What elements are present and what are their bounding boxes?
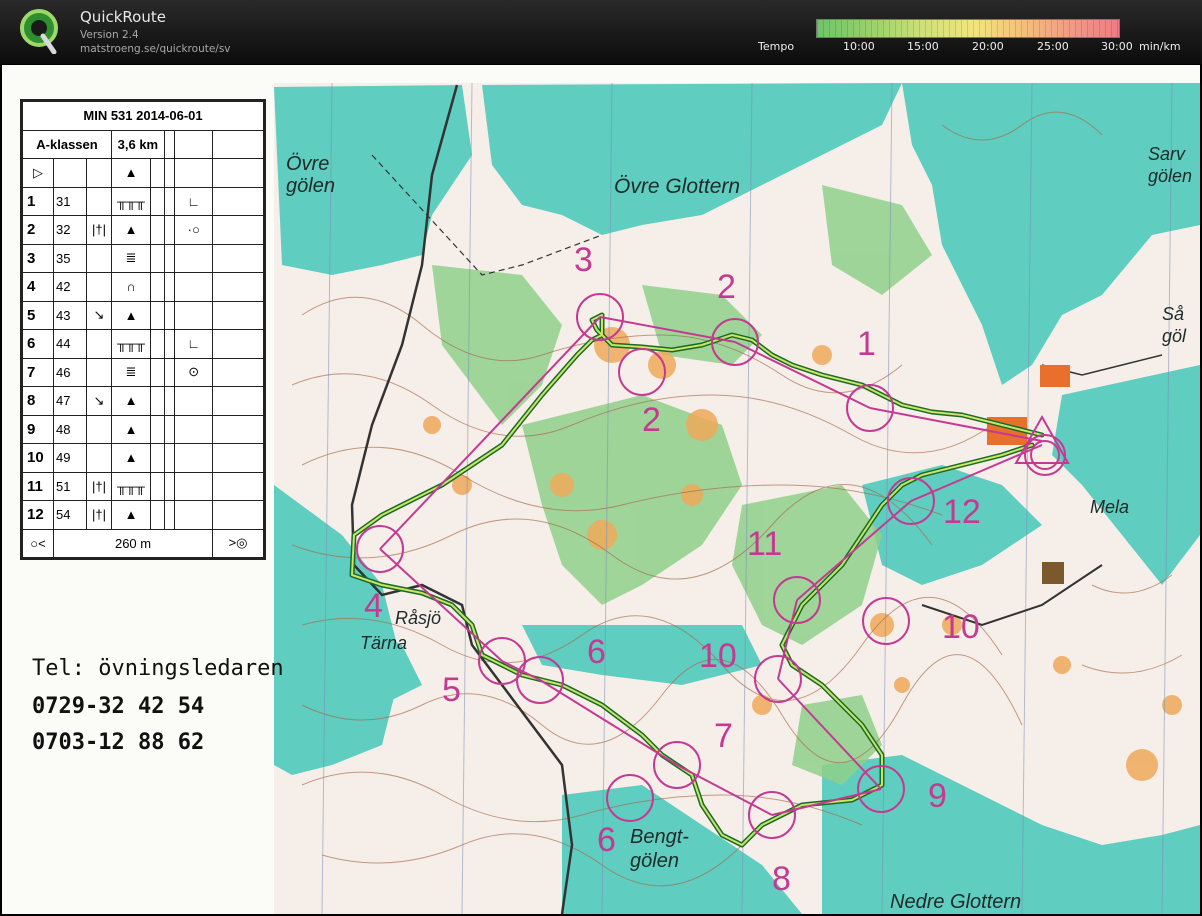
tempo-tick: 20:00 xyxy=(972,40,1004,53)
control-number: 6 xyxy=(587,633,606,671)
finish-start-icon: ○< xyxy=(22,528,54,558)
control-num: 6 xyxy=(22,329,54,359)
app-title: QuickRoute xyxy=(80,8,166,26)
start-triangle-icon: ▷ xyxy=(22,158,54,188)
control-description-sheet: MIN 531 2014-06-01 A-klassen 3,6 km ▷ ▲ … xyxy=(20,99,266,560)
hill-icon: ▲ xyxy=(111,300,151,330)
control-number: 2 xyxy=(717,268,736,306)
control-code: 54 xyxy=(53,500,87,530)
corner-icon: ∟ xyxy=(174,186,214,216)
control-code: 51 xyxy=(53,471,87,501)
arrow-icon: ↘ xyxy=(86,386,112,416)
tempo-tick: 15:00 xyxy=(907,40,939,53)
circle-icon: ⊙ xyxy=(174,357,214,387)
control-code: 32 xyxy=(53,215,87,245)
quickroute-logo-icon xyxy=(20,9,58,54)
corner-icon: ∟ xyxy=(174,329,214,359)
marsh-icon: ≣ xyxy=(111,243,151,273)
control-code: 43 xyxy=(53,300,87,330)
between-icon: |†| xyxy=(86,500,112,530)
control-number: 8 xyxy=(772,860,791,898)
control-num: 7 xyxy=(22,357,54,387)
app-url: matstroeng.se/quickroute/sv xyxy=(80,43,231,55)
map-label: Övre Glottern xyxy=(614,175,741,198)
contact-label: Tel: övningsledaren xyxy=(32,656,284,681)
control-num: 5 xyxy=(22,300,54,330)
control-number: 7 xyxy=(714,717,733,755)
marsh-icon: ≣ xyxy=(111,357,151,387)
control-number: 2 xyxy=(642,401,661,439)
control-number: 10 xyxy=(942,608,980,646)
map-label: Råsjö xyxy=(395,608,442,628)
control-num: 9 xyxy=(22,414,54,444)
wall-icon: ╥╥╥ xyxy=(111,186,151,216)
tempo-tick: 30:00 xyxy=(1101,40,1133,53)
control-number: 6 xyxy=(597,821,616,859)
control-num: 11 xyxy=(22,471,54,501)
hill-icon: ▲ xyxy=(111,414,151,444)
control-num: 2 xyxy=(22,215,54,245)
wall-icon: ╥╥╥ xyxy=(111,471,151,501)
control-code: 44 xyxy=(53,329,87,359)
between-icon: |†| xyxy=(86,471,112,501)
contact-phone: 0703-12 88 62 xyxy=(32,730,205,755)
app-version: Version 2.4 xyxy=(80,29,139,41)
map-label: Bengt- gölen xyxy=(630,826,689,872)
hill-icon: ▲ xyxy=(111,386,151,416)
tempo-tick: 25:00 xyxy=(1037,40,1069,53)
control-num: 8 xyxy=(22,386,54,416)
course-length: 3,6 km xyxy=(111,129,165,159)
control-num: 1 xyxy=(22,186,54,216)
hill-icon: ▲ xyxy=(111,215,151,245)
tempo-unit: min/km xyxy=(1139,40,1181,53)
tempo-tick: 10:00 xyxy=(843,40,875,53)
control-number: 3 xyxy=(574,241,593,279)
tempo-label: Tempo xyxy=(758,40,795,53)
control-code: 46 xyxy=(53,357,87,387)
control-code: 49 xyxy=(53,443,87,473)
control-number: 9 xyxy=(928,777,947,815)
control-number: 1 xyxy=(857,325,876,363)
tempo-scale-bar xyxy=(816,19,1120,38)
control-num: 3 xyxy=(22,243,54,273)
control-num: 4 xyxy=(22,272,54,302)
hill-icon: ▲ xyxy=(111,443,151,473)
hill-icon: ▲ xyxy=(111,500,151,530)
wall-icon: ╥╥╥ xyxy=(111,329,151,359)
control-number: 4 xyxy=(364,587,383,625)
arrow-icon: ↘ xyxy=(86,300,112,330)
control-num: 10 xyxy=(22,443,54,473)
hill-icon: ▲ xyxy=(111,158,151,188)
knoll-icon: ∩ xyxy=(111,272,151,302)
control-number: 10 xyxy=(699,637,737,675)
control-code: 35 xyxy=(53,243,87,273)
between-icon: |†| xyxy=(86,215,112,245)
side-icon: ·○ xyxy=(174,215,214,245)
control-code: 48 xyxy=(53,414,87,444)
app-header: QuickRoute Version 2.4 matstroeng.se/qui… xyxy=(0,0,1202,64)
map-label: Tärna xyxy=(360,633,408,653)
control-number: 12 xyxy=(943,493,981,531)
control-number: 5 xyxy=(442,671,461,709)
map-label: Nedre Glottern xyxy=(890,891,1022,913)
map-label: Sarv gölen xyxy=(1148,144,1193,186)
control-code: 47 xyxy=(53,386,87,416)
control-number: 11 xyxy=(747,525,783,563)
map-label: Mela xyxy=(1090,497,1130,517)
finish-distance: 260 m xyxy=(52,528,214,558)
contact-phone: 0729-32 42 54 xyxy=(32,694,205,719)
control-code: 31 xyxy=(53,186,87,216)
event-title: MIN 531 2014-06-01 xyxy=(22,101,264,131)
class-name: A-klassen xyxy=(22,129,112,159)
map-label: Övre gölen xyxy=(286,153,335,197)
finish-end-icon: >◎ xyxy=(212,528,264,558)
control-num: 12 xyxy=(22,500,54,530)
control-code: 42 xyxy=(53,272,87,302)
map-label: Så göl xyxy=(1162,304,1187,346)
